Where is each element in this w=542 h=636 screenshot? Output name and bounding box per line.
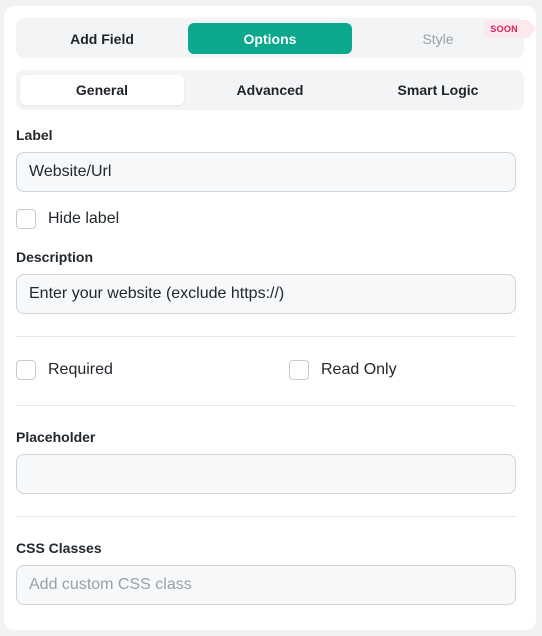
read-only-checkbox[interactable] [289,360,309,380]
tab-style-label: Style [422,30,454,47]
soon-badge: SOON [484,20,536,38]
label-input[interactable] [16,152,516,192]
tab-advanced[interactable]: Advanced [188,75,352,105]
divider [16,516,516,517]
tab-options-label: Options [243,30,297,47]
sub-tab-bar: General Advanced Smart Logic [16,70,524,110]
label-field-label: Label [16,127,53,143]
required-text: Required [48,361,113,378]
placeholder-input[interactable] [16,454,516,494]
description-input[interactable] [16,274,516,314]
hide-label-text: Hide label [48,210,120,227]
field-settings-panel: Add Field Options Style SOON General Adv… [4,6,536,630]
tab-options[interactable]: Options [188,23,352,54]
tab-advanced-label: Advanced [236,82,304,98]
required-option[interactable]: Required [16,360,113,380]
tab-general-label: General [75,82,129,98]
css-classes-field-label: CSS Classes [16,540,102,556]
read-only-text: Read Only [321,361,397,378]
description-field-label: Description [16,249,94,265]
tab-add-field-label: Add Field [70,30,134,47]
divider [16,336,516,337]
tab-smart-logic[interactable]: Smart Logic [356,75,520,105]
tab-general[interactable]: General [20,75,184,105]
read-only-option[interactable]: Read Only [289,360,397,380]
css-classes-input[interactable] [16,565,516,605]
hide-label-checkbox[interactable] [16,209,36,229]
tab-add-field[interactable]: Add Field [20,23,184,54]
top-tab-bar: Add Field Options Style SOON [16,18,536,58]
hide-label-option[interactable]: Hide label [16,209,119,229]
placeholder-field-label: Placeholder [16,429,96,445]
tab-smart-logic-label: Smart Logic [397,82,479,98]
divider [16,405,516,406]
required-checkbox[interactable] [16,360,36,380]
